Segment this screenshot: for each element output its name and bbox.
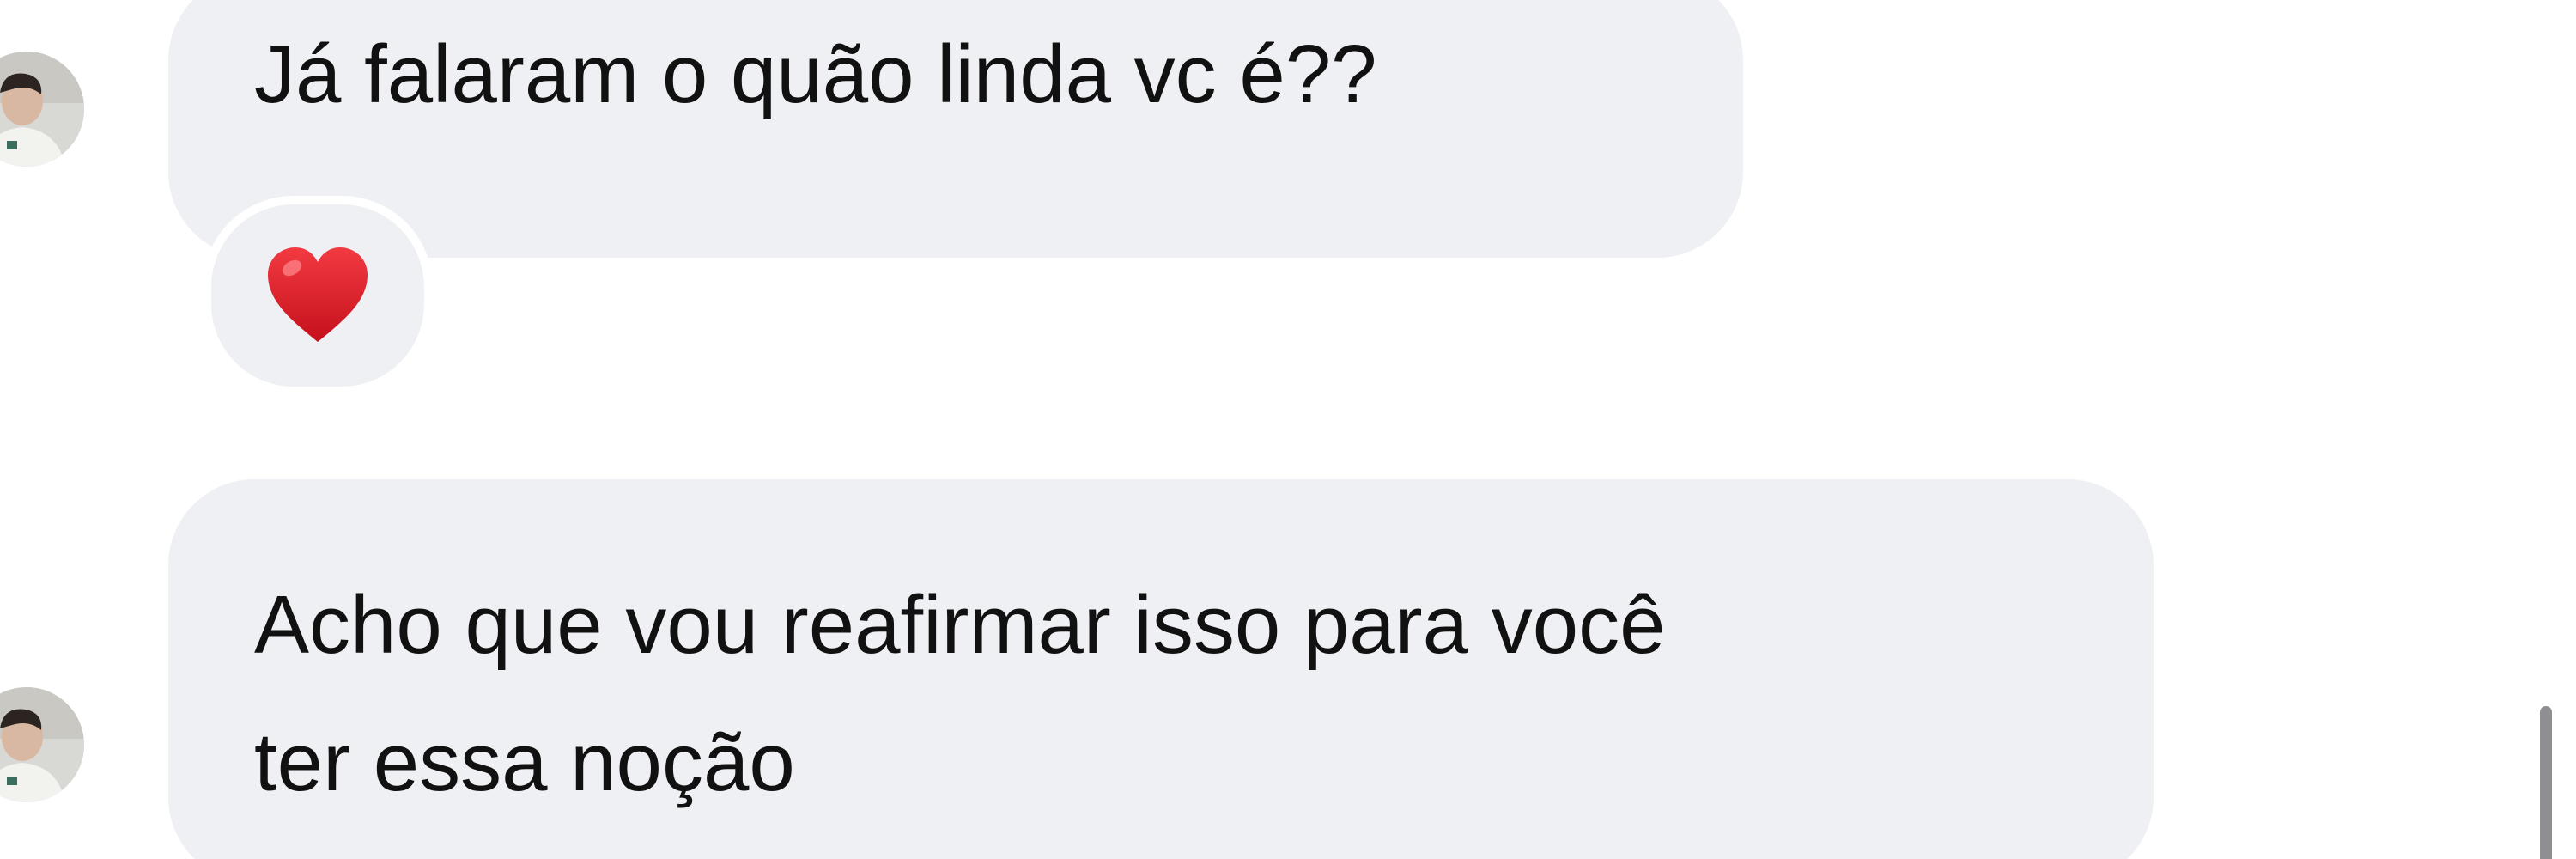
profile-photo-icon [0, 687, 84, 802]
message-reaction[interactable] [203, 196, 433, 395]
message-bubble[interactable]: Acho que vou reafirmar isso para você te… [168, 479, 2154, 859]
message-line: Acho que vou reafirmar isso para você [254, 579, 1666, 671]
scrollbar[interactable] [2540, 706, 2552, 859]
message-bubble[interactable]: Já falaram o quão linda vc é?? [168, 0, 1743, 258]
sender-avatar[interactable] [0, 687, 84, 802]
red-heart-icon [268, 247, 368, 342]
message-text: Acho que vou reafirmar isso para você te… [254, 557, 2154, 832]
profile-photo-icon [0, 52, 84, 167]
message-line: Já falaram o quão linda vc é?? [254, 28, 1377, 120]
chat-thread: Já falaram o quão linda vc é?? Acho que … [0, 0, 2576, 859]
message-line: ter essa noção [254, 716, 795, 808]
sender-avatar[interactable] [0, 52, 84, 167]
message-text: Já falaram o quão linda vc é?? [254, 10, 1743, 139]
